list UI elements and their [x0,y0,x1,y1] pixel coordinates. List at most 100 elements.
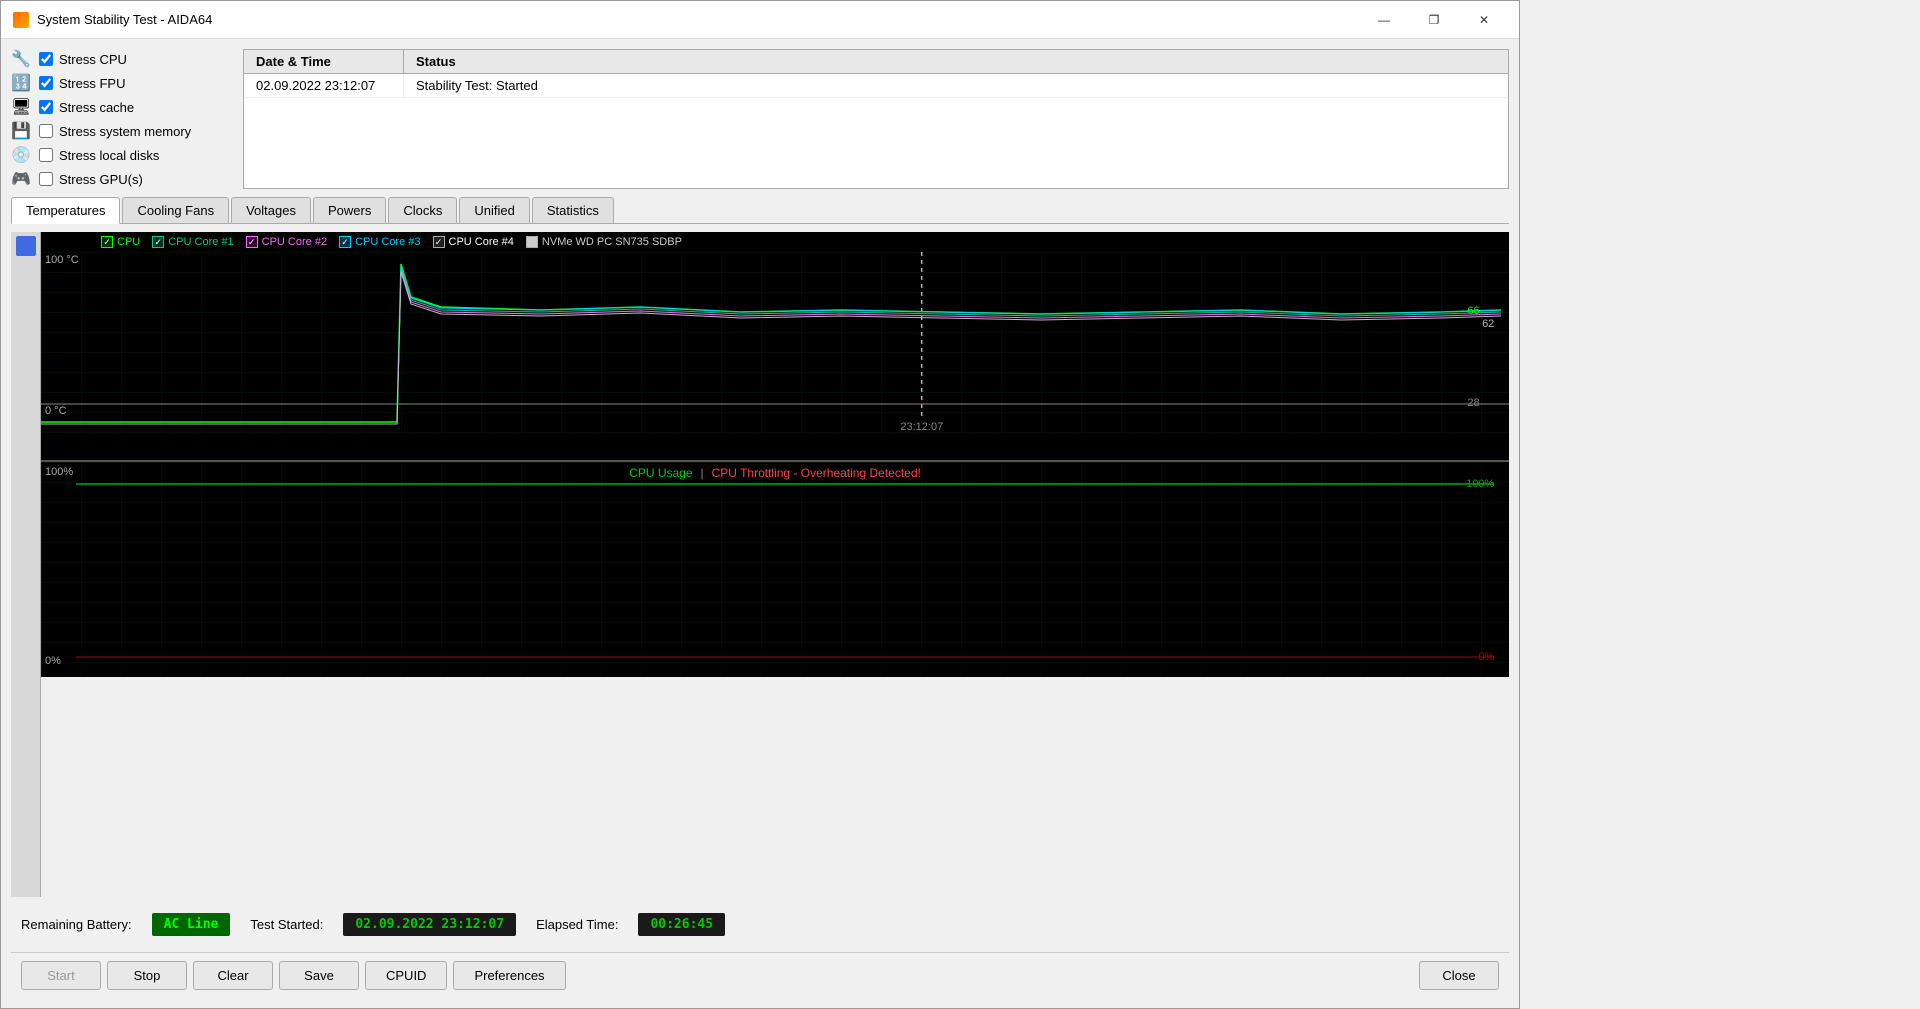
temp-chart-svg: 66 62 28 23:12:07 [41,252,1509,437]
temp-y-max: 100 °C [45,254,79,266]
remaining-label: Remaining Battery: [21,917,132,932]
usage-chart: CPU Usage | CPU Throttling - Overheating… [41,462,1509,677]
log-panel: Date & Time Status 02.09.2022 23:12:07 S… [243,49,1509,189]
stress-icon-stress_fpu: 🔢 [11,73,33,93]
window-title: System Stability Test - AIDA64 [37,12,212,27]
legend-nvme-label: NVMe WD PC SN735 SDBP [542,236,682,248]
temperature-chart: CPU CPU Core #1 CPU Core #2 CPU Cor [41,232,1509,462]
log-status: Stability Test: Started [404,74,1508,97]
log-row: 02.09.2022 23:12:07 Stability Test: Star… [244,74,1508,98]
start-button[interactable]: Start [21,961,101,990]
usage-title-left: CPU Usage [629,466,692,480]
checkbox-stress_cache[interactable] [39,100,53,114]
checkbox-stress_disks[interactable] [39,148,53,162]
usage-y-bottom: 0% [45,655,61,667]
checkbox-stress_memory[interactable] [39,124,53,138]
label-stress_gpu: Stress GPU(s) [59,172,143,187]
usage-separator: | [701,466,704,480]
usage-y-top: 100% [45,466,73,478]
label-stress_fpu: Stress FPU [59,76,125,91]
clear-button[interactable]: Clear [193,961,273,990]
tab-voltages[interactable]: Voltages [231,197,311,223]
svg-text:100%: 100% [1466,478,1494,490]
elapsed-label: Elapsed Time: [536,917,618,932]
usage-chart-svg: 100% 0% [41,462,1509,677]
log-col-status: Status [404,50,1508,73]
cpuid-button[interactable]: CPUID [365,961,447,990]
legend-nvme[interactable]: NVMe WD PC SN735 SDBP [526,236,682,248]
save-button[interactable]: Save [279,961,359,990]
svg-text:28: 28 [1467,397,1479,409]
stress-icon-stress_disks: 💿 [11,145,33,165]
tab-clocks[interactable]: Clocks [388,197,457,223]
bottom-buttons: Start Stop Clear Save CPUID Preferences … [11,952,1509,998]
legend-core3[interactable]: CPU Core #3 [339,236,420,248]
test-started-label: Test Started: [250,917,323,932]
legend-core2[interactable]: CPU Core #2 [246,236,327,248]
legend-core4-label: CPU Core #4 [449,236,514,248]
stress-icon-stress_gpu: 🎮 [11,169,33,189]
maximize-button[interactable]: ❐ [1411,5,1457,35]
app-icon [13,12,29,28]
svg-text:23:12:07: 23:12:07 [900,421,943,433]
elapsed-value: 00:26:45 [638,913,725,936]
temp-legend: CPU CPU Core #1 CPU Core #2 CPU Cor [41,232,1509,252]
legend-core2-label: CPU Core #2 [262,236,327,248]
remaining-value: AC Line [152,913,231,936]
checkbox-row-stress_cache: 🖥 Stress cache [11,97,231,117]
legend-core4[interactable]: CPU Core #4 [433,236,514,248]
top-section: 🔧 Stress CPU 🔢 Stress FPU 🖥 Stress cache… [11,49,1509,189]
temp-y-min: 0 °C [45,405,67,417]
svg-text:0%: 0% [1478,651,1494,663]
stress-options-panel: 🔧 Stress CPU 🔢 Stress FPU 🖥 Stress cache… [11,49,231,189]
log-datetime: 02.09.2022 23:12:07 [244,74,404,97]
stress-icon-stress_memory: 💾 [11,121,33,141]
label-stress_cpu: Stress CPU [59,52,127,67]
nav-scroll-button[interactable] [16,236,36,256]
close-button[interactable]: Close [1419,961,1499,990]
checkbox-row-stress_fpu: 🔢 Stress FPU [11,73,231,93]
stress-icon-stress_cache: 🖥 [11,97,33,117]
svg-text:62: 62 [1482,318,1494,330]
checkbox-stress_fpu[interactable] [39,76,53,90]
preferences-button[interactable]: Preferences [453,961,565,990]
bottom-info-bar: Remaining Battery: AC Line Test Started:… [11,905,1509,944]
legend-core1-label: CPU Core #1 [168,236,233,248]
tab-cooling_fans[interactable]: Cooling Fans [122,197,229,223]
minimize-button[interactable]: — [1361,5,1407,35]
log-header: Date & Time Status [244,50,1508,74]
main-content: 🔧 Stress CPU 🔢 Stress FPU 🖥 Stress cache… [1,39,1519,1008]
test-started-value: 02.09.2022 23:12:07 [343,913,516,936]
checkbox-stress_gpu[interactable] [39,172,53,186]
label-stress_cache: Stress cache [59,100,134,115]
checkbox-row-stress_disks: 💿 Stress local disks [11,145,231,165]
label-stress_disks: Stress local disks [59,148,159,163]
charts-right: CPU CPU Core #1 CPU Core #2 CPU Cor [41,232,1509,897]
checkbox-row-stress_gpu: 🎮 Stress GPU(s) [11,169,231,189]
legend-cpu[interactable]: CPU [101,236,140,248]
legend-cpu-label: CPU [117,236,140,248]
checkbox-stress_cpu[interactable] [39,52,53,66]
title-controls: — ❐ ✕ [1361,5,1507,35]
legend-core3-label: CPU Core #3 [355,236,420,248]
checkbox-row-stress_cpu: 🔧 Stress CPU [11,49,231,69]
window-close-button[interactable]: ✕ [1461,5,1507,35]
left-nav [11,232,41,897]
log-col-datetime: Date & Time [244,50,404,73]
main-window: System Stability Test - AIDA64 — ❐ ✕ 🔧 S… [0,0,1520,1009]
tab-temperatures[interactable]: Temperatures [11,197,120,224]
tabs-bar: TemperaturesCooling FansVoltagesPowersCl… [11,197,1509,224]
stop-button[interactable]: Stop [107,961,187,990]
charts-wrapper: CPU CPU Core #1 CPU Core #2 CPU Cor [11,232,1509,897]
tab-powers[interactable]: Powers [313,197,386,223]
label-stress_memory: Stress system memory [59,124,191,139]
legend-core1[interactable]: CPU Core #1 [152,236,233,248]
svg-text:66: 66 [1467,305,1479,317]
stress-icon-stress_cpu: 🔧 [11,49,33,69]
checkbox-row-stress_memory: 💾 Stress system memory [11,121,231,141]
tab-unified[interactable]: Unified [459,197,529,223]
title-bar: System Stability Test - AIDA64 — ❐ ✕ [1,1,1519,39]
usage-throttling-label: CPU Throttling - Overheating Detected! [712,466,921,480]
tab-statistics[interactable]: Statistics [532,197,614,223]
title-bar-left: System Stability Test - AIDA64 [13,12,212,28]
